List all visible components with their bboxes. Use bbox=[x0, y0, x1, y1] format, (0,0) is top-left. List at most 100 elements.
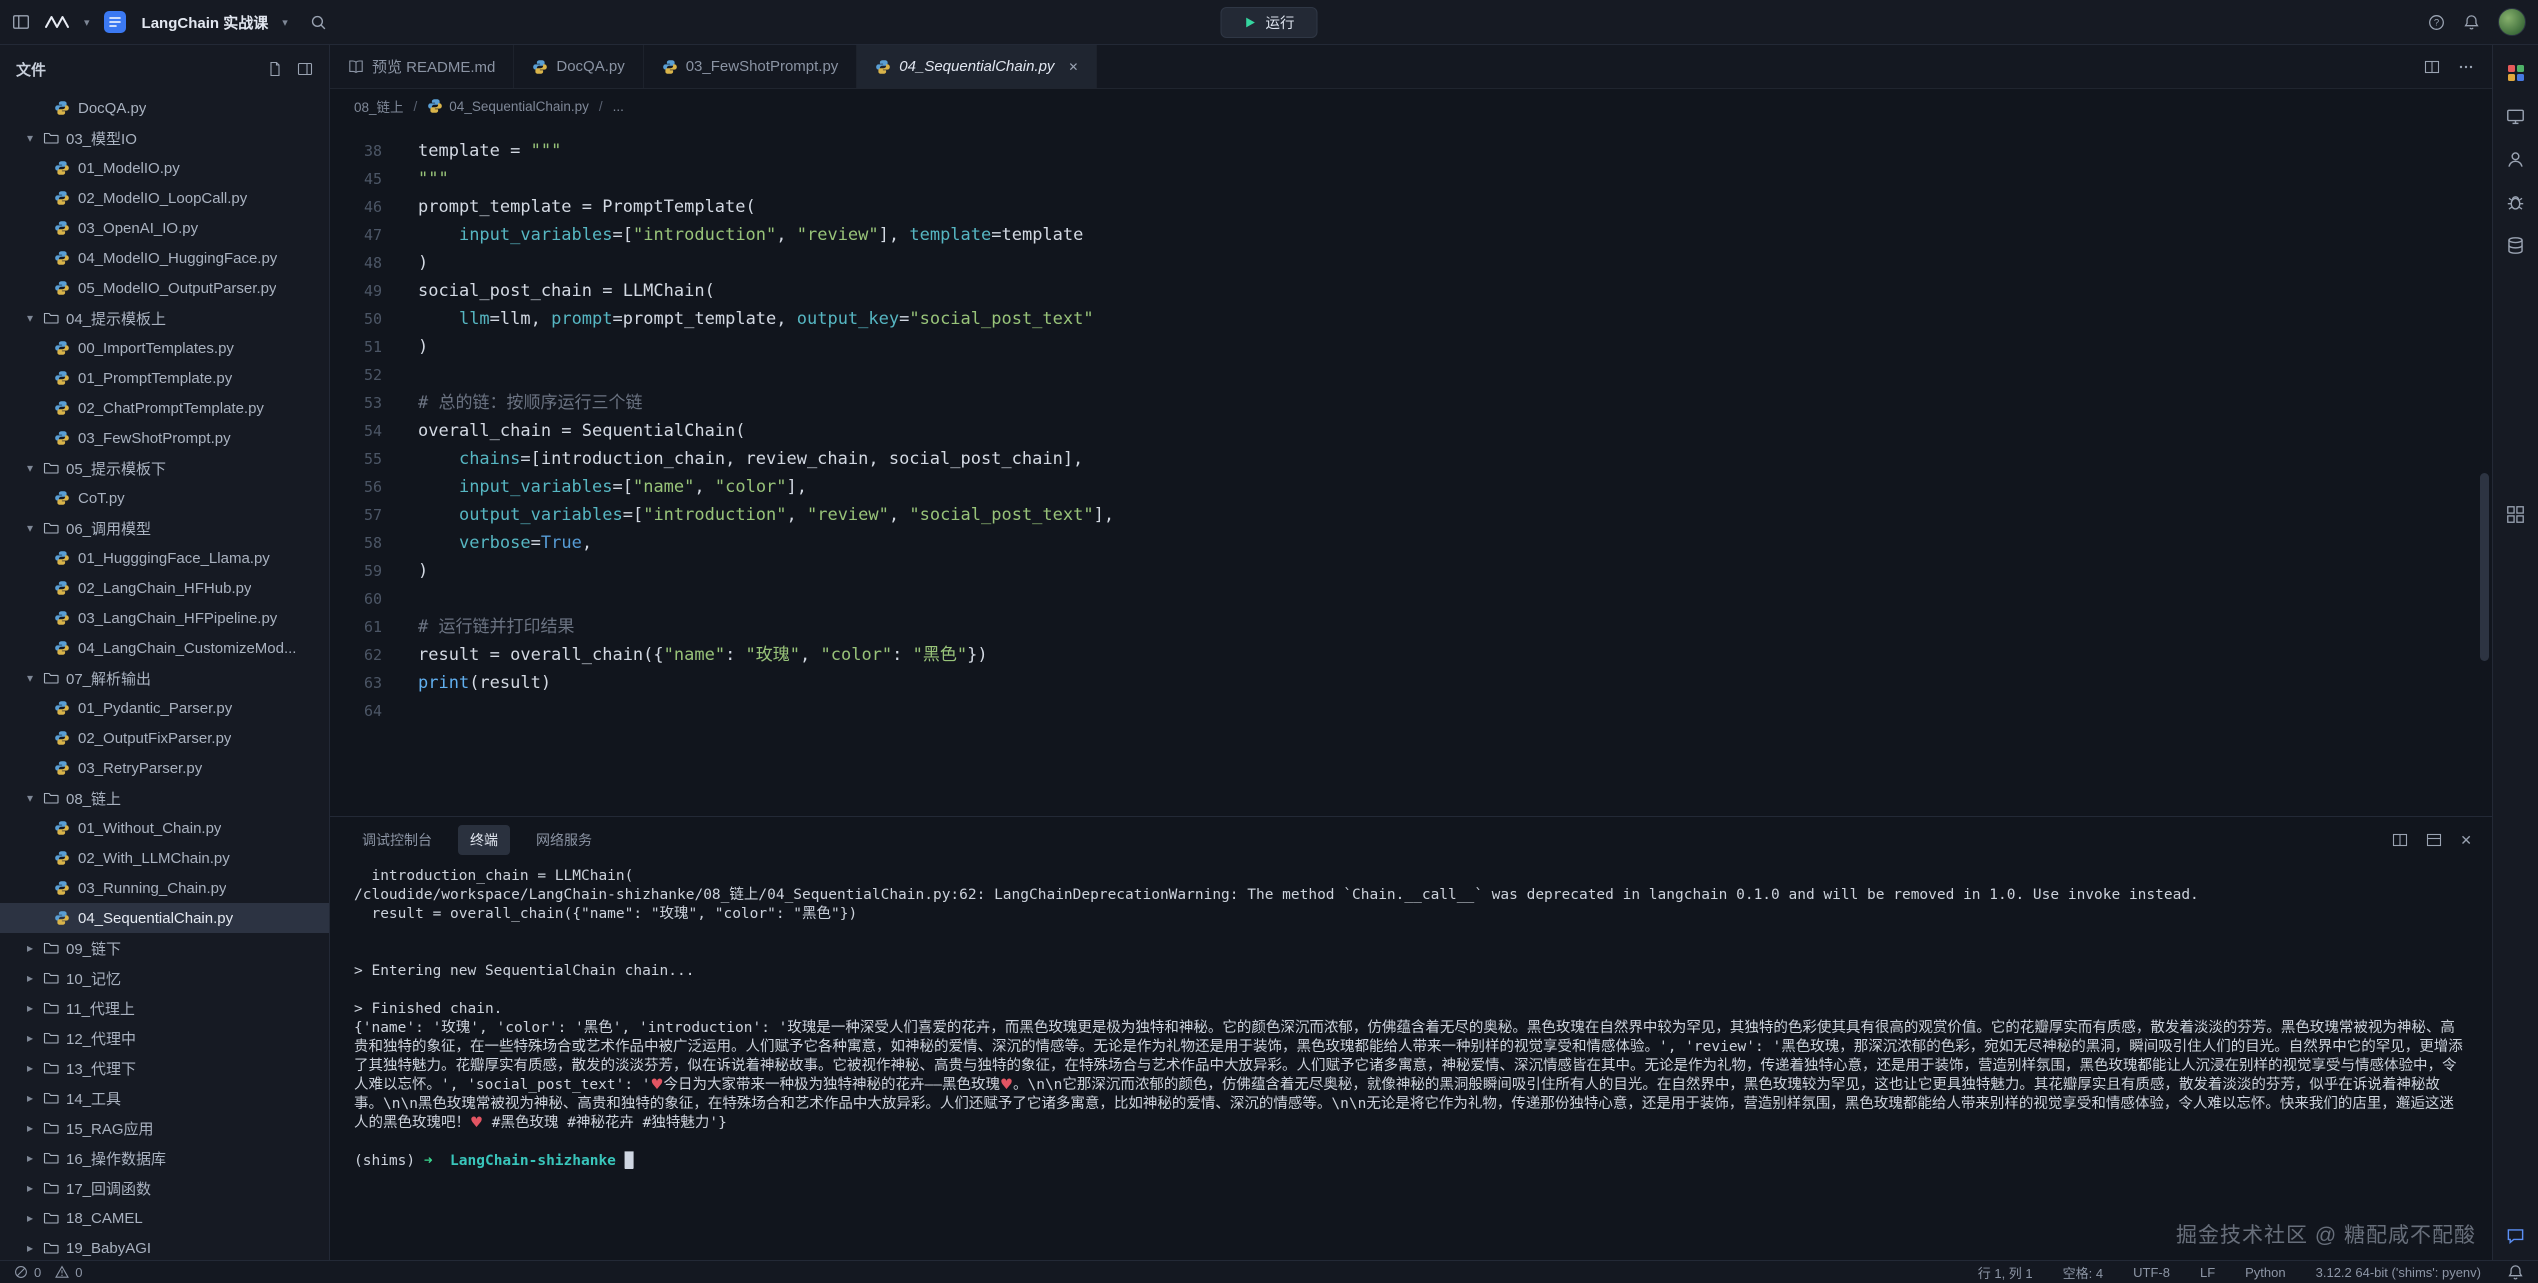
panel-tabs: 调试控制台终端网络服务 bbox=[350, 825, 604, 855]
tree-file-item[interactable]: 05_ModelIO_OutputParser.py bbox=[0, 273, 329, 303]
chat-icon[interactable] bbox=[2506, 1227, 2525, 1246]
tree-file-item[interactable]: 01_PromptTemplate.py bbox=[0, 363, 329, 393]
tree-folder-item[interactable]: ▸18_CAMEL bbox=[0, 1203, 329, 1233]
tree-folder-item[interactable]: ▾03_模型IO bbox=[0, 123, 329, 153]
chevron-right-icon: ▸ bbox=[24, 1061, 36, 1075]
tree-folder-item[interactable]: ▾04_提示模板上 bbox=[0, 303, 329, 333]
close-tab-icon[interactable]: ✕ bbox=[1068, 60, 1078, 74]
problems-indicator[interactable]: 0 0 bbox=[14, 1265, 82, 1280]
tree-file-item[interactable]: 01_Pydantic_Parser.py bbox=[0, 693, 329, 723]
tree-item-label: 03_Running_Chain.py bbox=[78, 880, 226, 897]
tree-file-item[interactable]: 01_HugggingFace_Llama.py bbox=[0, 543, 329, 573]
tree-folder-item[interactable]: ▸15_RAG应用 bbox=[0, 1113, 329, 1143]
tree-folder-item[interactable]: ▸17_回调函数 bbox=[0, 1173, 329, 1203]
workspace-chevron-down-icon[interactable]: ▾ bbox=[282, 16, 288, 29]
maximize-panel-icon[interactable] bbox=[2426, 832, 2442, 848]
breadcrumb-item[interactable]: 08_链上 bbox=[354, 96, 404, 116]
user-icon[interactable] bbox=[2506, 150, 2525, 169]
app-logo-icon[interactable] bbox=[44, 14, 70, 30]
tree-folder-item[interactable]: ▾06_调用模型 bbox=[0, 513, 329, 543]
tree-file-item[interactable]: 02_ChatPromptTemplate.py bbox=[0, 393, 329, 423]
bug-icon[interactable] bbox=[2506, 193, 2525, 212]
tree-item-label: 03_模型IO bbox=[66, 128, 137, 149]
tree-item-label: 16_操作数据库 bbox=[66, 1148, 166, 1169]
more-actions-icon[interactable] bbox=[2458, 59, 2474, 75]
status-item[interactable]: 行 1, 列 1 bbox=[1978, 1263, 2033, 1282]
tree-file-item[interactable]: 04_ModelIO_HuggingFace.py bbox=[0, 243, 329, 273]
status-item[interactable]: 3.12.2 64-bit ('shims': pyenv) bbox=[2316, 1265, 2481, 1280]
editor-tab[interactable]: DocQA.py bbox=[514, 45, 643, 88]
tree-file-item[interactable]: 01_ModelIO.py bbox=[0, 153, 329, 183]
run-button[interactable]: 运行 bbox=[1221, 7, 1318, 38]
tree-file-item[interactable]: DocQA.py bbox=[0, 93, 329, 123]
editor-scrollbar[interactable] bbox=[2480, 473, 2489, 661]
split-editor-icon[interactable] bbox=[2424, 59, 2440, 75]
tree-folder-item[interactable]: ▸13_代理下 bbox=[0, 1053, 329, 1083]
tree-file-item[interactable]: 03_RetryParser.py bbox=[0, 753, 329, 783]
tree-folder-item[interactable]: ▸16_操作数据库 bbox=[0, 1143, 329, 1173]
tab-label: DocQA.py bbox=[556, 58, 624, 75]
status-item[interactable]: 空格: 4 bbox=[2063, 1263, 2103, 1282]
tree-file-item[interactable]: 00_ImportTemplates.py bbox=[0, 333, 329, 363]
editor-tab[interactable]: 预览 README.md bbox=[330, 45, 514, 88]
tree-file-item[interactable]: 02_OutputFixParser.py bbox=[0, 723, 329, 753]
code-line: 58 verbose=True, bbox=[330, 529, 2492, 557]
tree-folder-item[interactable]: ▾05_提示模板下 bbox=[0, 453, 329, 483]
chevron-right-icon: ▸ bbox=[24, 1031, 36, 1045]
tree-file-item[interactable]: 02_With_LLMChain.py bbox=[0, 843, 329, 873]
tree-file-item[interactable]: CoT.py bbox=[0, 483, 329, 513]
bell-icon[interactable] bbox=[2463, 14, 2480, 31]
editor-tab[interactable]: 03_FewShotPrompt.py bbox=[644, 45, 858, 88]
tree-file-item[interactable]: 04_SequentialChain.py bbox=[0, 903, 329, 933]
monitor-icon[interactable] bbox=[2506, 107, 2525, 126]
notifications-icon[interactable] bbox=[2507, 1264, 2524, 1281]
folder-icon bbox=[43, 970, 59, 986]
split-terminal-icon[interactable] bbox=[2392, 832, 2408, 848]
code-editor[interactable]: 38template = """45"""46prompt_template =… bbox=[330, 123, 2492, 816]
topbar-left: ▾ LangChain 实战课 ▾ bbox=[12, 11, 327, 33]
tree-folder-item[interactable]: ▾07_解析输出 bbox=[0, 663, 329, 693]
folder-icon bbox=[43, 1120, 59, 1136]
tree-folder-item[interactable]: ▸11_代理上 bbox=[0, 993, 329, 1023]
tree-folder-item[interactable]: ▸12_代理中 bbox=[0, 1023, 329, 1053]
new-file-icon[interactable] bbox=[267, 61, 283, 77]
logo-chevron-down-icon[interactable]: ▾ bbox=[84, 16, 90, 29]
sidebar-toggle-icon[interactable] bbox=[12, 13, 30, 31]
breadcrumb-item[interactable]: ... bbox=[613, 99, 624, 114]
tree-file-item[interactable]: 01_Without_Chain.py bbox=[0, 813, 329, 843]
database-icon[interactable] bbox=[2506, 236, 2525, 255]
tree-file-item[interactable]: 04_LangChain_CustomizeMod... bbox=[0, 633, 329, 663]
terminal[interactable]: introduction_chain = LLMChain(/cloudide/… bbox=[330, 863, 2492, 1260]
tree-file-item[interactable]: 03_Running_Chain.py bbox=[0, 873, 329, 903]
panel-tab[interactable]: 调试控制台 bbox=[350, 825, 444, 855]
status-item[interactable]: UTF-8 bbox=[2133, 1265, 2170, 1280]
panel-tab[interactable]: 终端 bbox=[458, 825, 510, 855]
tree-file-item[interactable]: 03_OpenAI_IO.py bbox=[0, 213, 329, 243]
tree-folder-item[interactable]: ▸09_链下 bbox=[0, 933, 329, 963]
line-number: 56 bbox=[330, 473, 382, 501]
apps-icon[interactable] bbox=[2506, 63, 2526, 83]
tree-file-item[interactable]: 03_FewShotPrompt.py bbox=[0, 423, 329, 453]
editor-tab[interactable]: 04_SequentialChain.py✕ bbox=[857, 45, 1097, 88]
tree-folder-item[interactable]: ▸10_记忆 bbox=[0, 963, 329, 993]
status-item[interactable]: LF bbox=[2200, 1265, 2215, 1280]
tree-file-item[interactable]: 03_LangChain_HFPipeline.py bbox=[0, 603, 329, 633]
layout-panel-icon[interactable] bbox=[297, 61, 313, 77]
code-line: 50 llm=llm, prompt=prompt_template, outp… bbox=[330, 305, 2492, 333]
avatar[interactable] bbox=[2498, 8, 2526, 36]
tree-folder-item[interactable]: ▸14_工具 bbox=[0, 1083, 329, 1113]
breadcrumb-item[interactable]: 04_SequentialChain.py bbox=[427, 98, 589, 114]
close-panel-icon[interactable]: ✕ bbox=[2460, 832, 2472, 849]
search-icon[interactable] bbox=[310, 14, 327, 31]
tree-file-item[interactable]: 02_ModelIO_LoopCall.py bbox=[0, 183, 329, 213]
tree-file-item[interactable]: 02_LangChain_HFHub.py bbox=[0, 573, 329, 603]
tree-folder-item[interactable]: ▾08_链上 bbox=[0, 783, 329, 813]
tree-folder-item[interactable]: ▸19_BabyAGI bbox=[0, 1233, 329, 1260]
panel-tab[interactable]: 网络服务 bbox=[524, 825, 604, 855]
line-number: 63 bbox=[330, 669, 382, 697]
help-icon[interactable]: ? bbox=[2428, 14, 2445, 31]
python-icon bbox=[662, 59, 678, 75]
grid-icon[interactable] bbox=[2506, 505, 2525, 524]
terminal-line: > Finished chain. bbox=[354, 1000, 2468, 1019]
status-item[interactable]: Python bbox=[2245, 1265, 2285, 1280]
